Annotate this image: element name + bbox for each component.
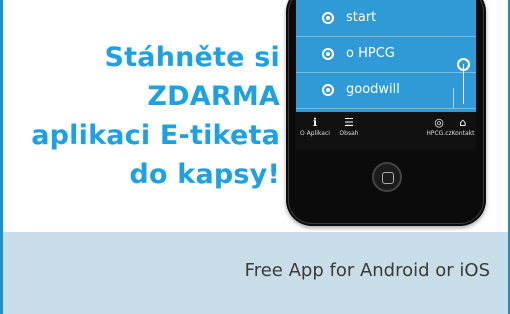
info-icon: ℹ [312,116,318,129]
radio-dot-icon [322,12,334,24]
tab-label: Kontakt [451,130,475,137]
list-icon: ☰ [344,116,354,129]
timeline-line-secondary [453,88,454,108]
headline-line-4: do kapsy! [129,159,280,190]
tab-label: Obsah [339,130,359,137]
headline-line-3: aplikaci E-tiketa [31,120,280,151]
radio-dot-icon [322,48,334,60]
headline: Stáhněte si ZDARMA aplikaci E-tiketa do … [18,38,280,194]
menu-item-start: start [296,0,476,37]
tab-o-aplikaci: ℹ O Aplikaci [300,116,330,138]
menu-item-label: start [346,10,377,25]
headline-line-1: Stáhněte si [104,42,280,73]
menu-item-o-hpcg: o HPCG [296,36,476,73]
radio-dot-icon [322,84,334,96]
phone-home-button [372,162,402,192]
tab-kontakt: ⌂ Kontakt [448,116,478,138]
timeline-line [463,64,464,104]
menu-item-label: goodwill [346,82,400,97]
menu-item-goodwill: goodwill [296,72,476,109]
app-promo-banner[interactable]: Stáhněte si ZDARMA aplikaci E-tiketa do … [0,0,510,314]
footer-text: Free App for Android or iOS [244,260,490,281]
tab-obsah: ☰ Obsah [334,116,364,138]
tab-label: O Aplikaci [300,130,330,137]
phone-tab-bar: ℹ O Aplikaci ☰ Obsah ◎ HPCG.cz ⌂ Kontakt [296,112,476,150]
phone-illustration: start o HPCG goodwill ℹ O Aplikaci ☰ Obs… [286,0,486,226]
menu-item-label: o HPCG [346,46,395,61]
headline-line-2: ZDARMA [147,81,280,112]
footer-bar[interactable]: Free App for Android or iOS [3,232,508,314]
home-icon: ⌂ [459,116,467,129]
